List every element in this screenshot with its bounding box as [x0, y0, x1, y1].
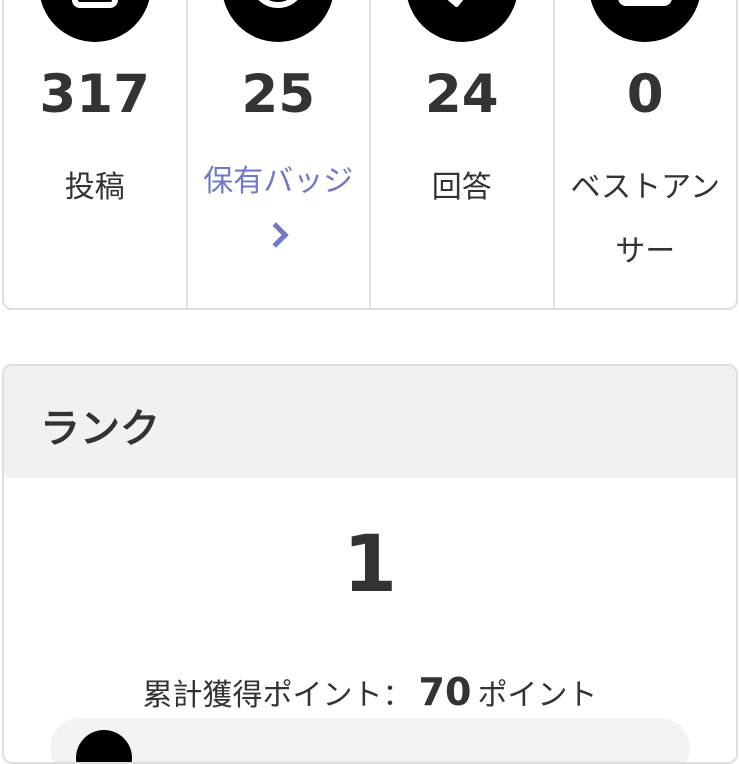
rank-value: 1	[342, 520, 398, 610]
stat-posts-label: 投稿	[64, 170, 125, 205]
stat-posts[interactable]: 317 投稿	[4, 0, 188, 308]
points-value: 70	[418, 670, 472, 714]
chevron-right-icon[interactable]	[263, 222, 289, 248]
rank-avatar-icon	[76, 730, 132, 762]
post-icon	[38, 0, 151, 42]
stat-badges-value: 25	[241, 64, 316, 125]
stat-badges-link[interactable]: 保有バッジ	[188, 150, 370, 214]
stat-best-answers-label: ベストアン サー	[570, 170, 720, 269]
stat-badges[interactable]: 25 保有バッジ	[188, 0, 371, 308]
rank-card: ランク 1 累計獲得ポイント： 70 ポイント	[2, 364, 738, 764]
badge-icon	[222, 0, 335, 42]
rank-progress-pill	[50, 718, 690, 762]
best-answer-icon	[589, 0, 702, 42]
stats-card: 317 投稿 25 保有バッジ 24 回答 0 ベストアン サー	[2, 0, 738, 310]
stat-answers[interactable]: 24 回答	[371, 0, 555, 308]
rank-title: ランク	[40, 406, 160, 452]
points-suffix: ポイント	[477, 678, 598, 713]
stat-posts-value: 317	[39, 64, 151, 125]
answer-icon	[405, 0, 518, 42]
stat-best-answers-value: 0	[626, 64, 664, 125]
stat-answers-label: 回答	[431, 170, 492, 205]
points-prefix: 累計獲得ポイント：	[142, 678, 413, 713]
stat-best-answers[interactable]: 0 ベストアン サー	[555, 0, 737, 308]
total-points: 累計獲得ポイント： 70 ポイント	[4, 670, 736, 714]
rank-header: ランク	[4, 366, 736, 478]
stat-answers-value: 24	[424, 64, 499, 125]
